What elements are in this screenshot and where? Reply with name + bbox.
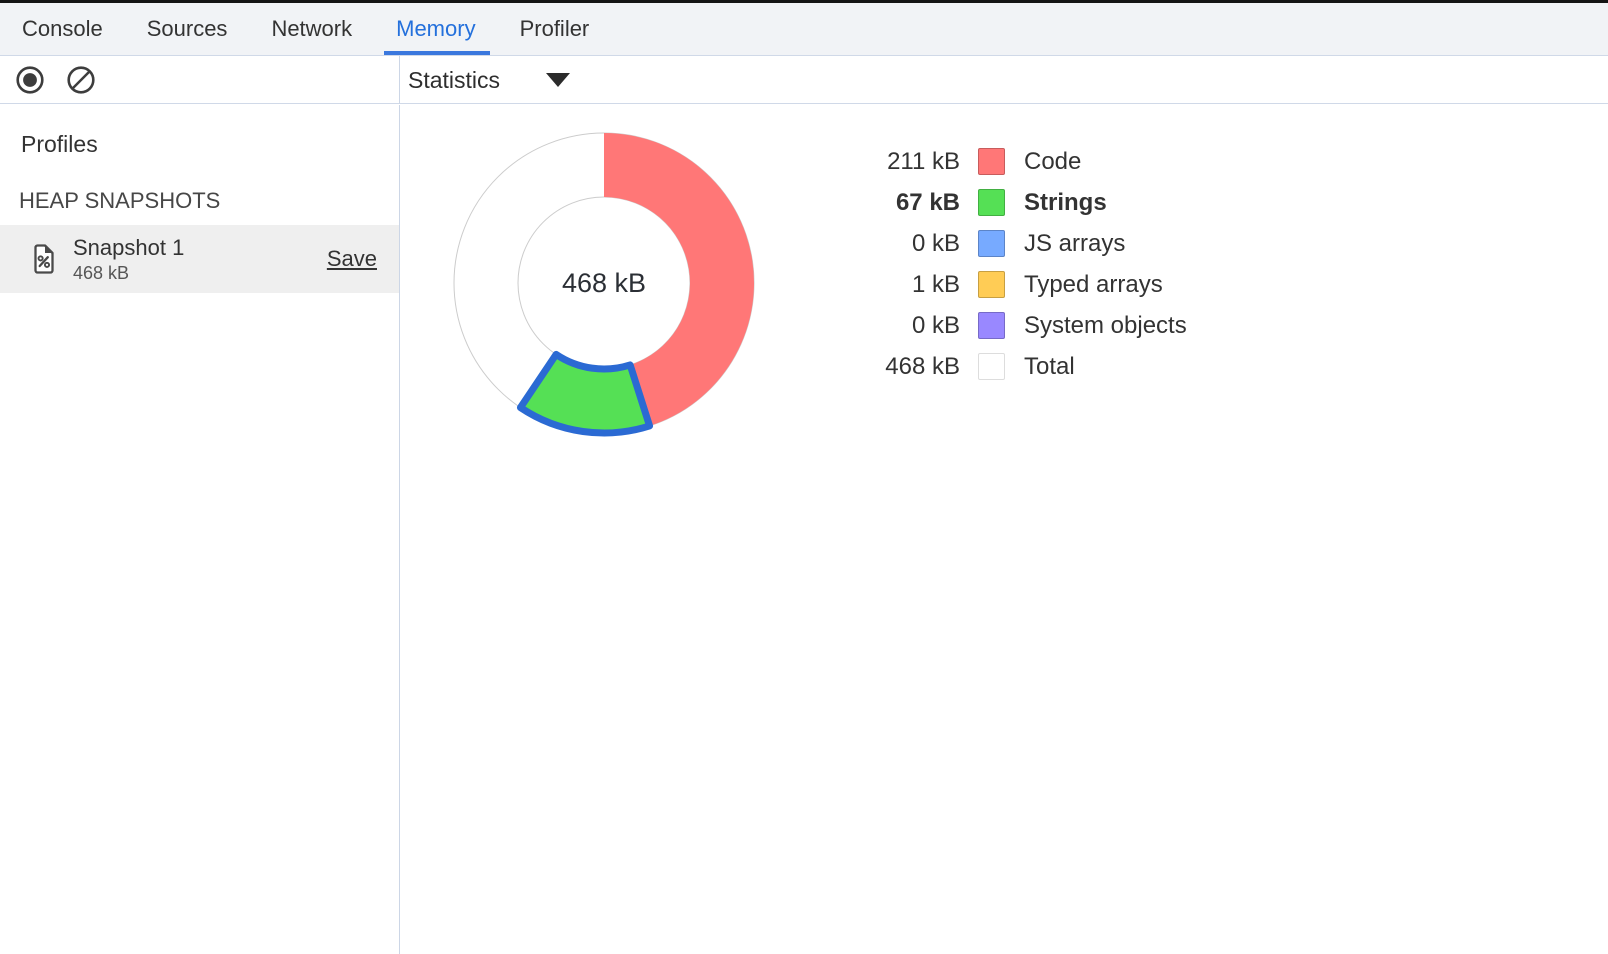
profiles-heading: Profiles: [21, 131, 98, 158]
snapshot-title: Snapshot 1: [73, 235, 184, 261]
legend-color-swatch: [978, 230, 1005, 257]
legend-value: 1 kB: [845, 271, 960, 299]
toolbar: Statistics: [0, 56, 1608, 104]
chart-legend: 211 kB Code 67 kB Strings 0 kB JS arrays…: [845, 141, 1187, 387]
legend-color-swatch: [978, 189, 1005, 216]
legend-value: 67 kB: [845, 189, 960, 217]
perspective-select-value: Statistics: [408, 67, 500, 94]
tab-profiler[interactable]: Profiler: [520, 3, 590, 55]
tab-sources[interactable]: Sources: [147, 3, 228, 55]
legend-value: 211 kB: [845, 148, 960, 176]
legend-row-strings[interactable]: 67 kB Strings: [845, 182, 1187, 223]
legend-row-total[interactable]: 468 kB Total: [845, 346, 1187, 387]
legend-value: 0 kB: [845, 312, 960, 340]
legend-row-typed-arrays[interactable]: 1 kB Typed arrays: [845, 264, 1187, 305]
tab-memory[interactable]: Memory: [396, 3, 475, 55]
legend-color-swatch: [978, 312, 1005, 339]
clear-icon: [66, 65, 96, 95]
tab-console[interactable]: Console: [22, 3, 103, 55]
donut-segment-strings[interactable]: [520, 354, 649, 433]
snapshot-list-item[interactable]: Snapshot 1 468 kB Save: [0, 225, 399, 293]
legend-row-js-arrays[interactable]: 0 kB JS arrays: [845, 223, 1187, 264]
legend-label: Code: [1024, 148, 1081, 176]
dropdown-caret-icon: [546, 73, 570, 87]
record-heap-snapshot-button[interactable]: [15, 65, 45, 95]
devtools-tab-bar: Console Sources Network Memory Profiler: [0, 3, 1608, 56]
heap-snapshot-file-icon: [31, 244, 55, 275]
memory-donut-chart[interactable]: [444, 123, 764, 443]
record-icon: [15, 65, 45, 95]
legend-value: 0 kB: [845, 230, 960, 258]
legend-row-system-objects[interactable]: 0 kB System objects: [845, 305, 1187, 346]
legend-label: Typed arrays: [1024, 271, 1163, 299]
snapshot-info: Snapshot 1 468 kB: [73, 235, 184, 284]
legend-color-swatch: [978, 353, 1005, 380]
heap-snapshots-section-label: HEAP SNAPSHOTS: [19, 188, 220, 214]
save-snapshot-link[interactable]: Save: [327, 246, 377, 272]
legend-label: Strings: [1024, 189, 1107, 217]
legend-color-swatch: [978, 148, 1005, 175]
legend-label: Total: [1024, 353, 1075, 381]
view-toolbar: Statistics: [401, 56, 1608, 104]
legend-label: JS arrays: [1024, 230, 1125, 258]
legend-value: 468 kB: [845, 353, 960, 381]
legend-row-code[interactable]: 211 kB Code: [845, 141, 1187, 182]
donut-outline-inner: [518, 197, 690, 369]
legend-label: System objects: [1024, 312, 1187, 340]
clear-profiles-button[interactable]: [66, 65, 96, 95]
snapshot-size: 468 kB: [73, 263, 184, 284]
perspective-select[interactable]: Statistics: [401, 67, 570, 94]
profiler-toolbar: [0, 56, 400, 104]
tab-network[interactable]: Network: [271, 3, 352, 55]
legend-color-swatch: [978, 271, 1005, 298]
